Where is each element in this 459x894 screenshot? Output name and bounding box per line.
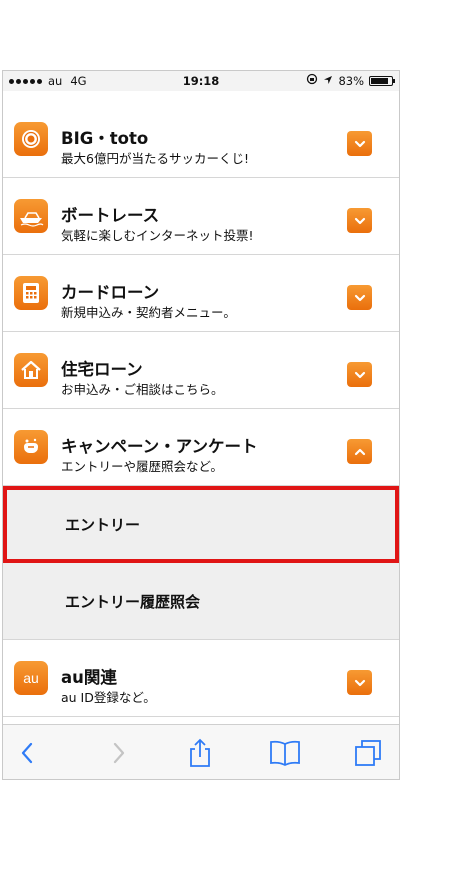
tabs-icon[interactable] xyxy=(353,738,383,768)
submenu-entry-label: エントリー xyxy=(65,516,141,534)
status-bar: au 4G 19:18 83% xyxy=(3,71,399,91)
boat-icon xyxy=(14,199,48,233)
menu-row-boatrace[interactable]: ボートレース 気軽に楽しむインターネット投票! xyxy=(3,178,399,255)
battery-icon xyxy=(369,76,395,86)
submenu-entry[interactable]: エントリー xyxy=(3,486,399,563)
menu-row-subtitle: 気軽に楽しむインターネット投票! xyxy=(61,228,254,243)
bookmarks-book-icon[interactable] xyxy=(265,738,305,768)
battery-percent: 83% xyxy=(338,74,364,88)
collapse-chevron-up-icon[interactable] xyxy=(347,439,372,464)
menu-row-toto[interactable]: BIG・toto 最大6億円が当たるサッカーくじ! xyxy=(3,101,399,178)
calculator-icon xyxy=(14,276,48,310)
back-arrow-icon[interactable] xyxy=(13,738,43,768)
menu-row-title: BIG・toto xyxy=(61,129,149,148)
menu-row-title: キャンペーン・アンケート xyxy=(61,437,258,456)
menu-row-subtitle: au ID登録など。 xyxy=(61,690,156,705)
expand-chevron-down-icon[interactable] xyxy=(347,670,372,695)
menu-row-title: カードローン xyxy=(61,283,160,302)
location-arrow-icon xyxy=(323,71,333,91)
menu-row-subtitle: エントリーや履歴照会など。 xyxy=(61,459,223,474)
phone-screen: au 4G 19:18 83% BIG・toto 最大6億円が当たるサッカーくじ… xyxy=(2,70,400,780)
menu-row-subtitle: 新規申込み・契約者メニュー。 xyxy=(61,305,236,320)
expand-chevron-down-icon[interactable] xyxy=(347,208,372,233)
menu-row-campaign[interactable]: キャンペーン・アンケート エントリーや履歴照会など。 xyxy=(3,409,399,486)
menu-row-au[interactable]: au au関連 au ID登録など。 xyxy=(3,640,399,717)
expand-chevron-down-icon[interactable] xyxy=(347,285,372,310)
menu-row-homeloan[interactable]: 住宅ローン お申込み・ご相談はこちら。 xyxy=(3,332,399,409)
au-logo-icon: au xyxy=(14,661,48,695)
menu-row-subtitle: 最大6億円が当たるサッカーくじ! xyxy=(61,151,249,166)
menu-row-title: 住宅ローン xyxy=(61,360,143,379)
menu-row-title: ボートレース xyxy=(61,206,160,225)
soccer-ball-icon xyxy=(14,122,48,156)
menu-row-title: au関連 xyxy=(61,668,117,687)
share-icon[interactable] xyxy=(185,738,215,768)
house-icon xyxy=(14,353,48,387)
forward-arrow-icon[interactable] xyxy=(103,738,133,768)
menu-row-cardloan[interactable]: カードローン 新規申込み・契約者メニュー。 xyxy=(3,255,399,332)
rotation-lock-icon xyxy=(306,71,318,91)
battery-fill xyxy=(371,78,388,84)
browser-toolbar xyxy=(3,724,399,779)
expand-chevron-down-icon[interactable] xyxy=(347,131,372,156)
campaign-icon xyxy=(14,430,48,464)
menu-row-subtitle: お申込み・ご相談はこちら。 xyxy=(61,382,224,397)
menu-list: BIG・toto 最大6億円が当たるサッカーくじ! ボートレース 気軽に楽しむイ… xyxy=(3,101,399,717)
au-logo-text: au xyxy=(23,670,39,686)
submenu-entry-history-label: エントリー履歴照会 xyxy=(65,593,201,611)
expand-chevron-down-icon[interactable] xyxy=(347,362,372,387)
submenu-entry-history[interactable]: エントリー履歴照会 xyxy=(3,563,399,640)
